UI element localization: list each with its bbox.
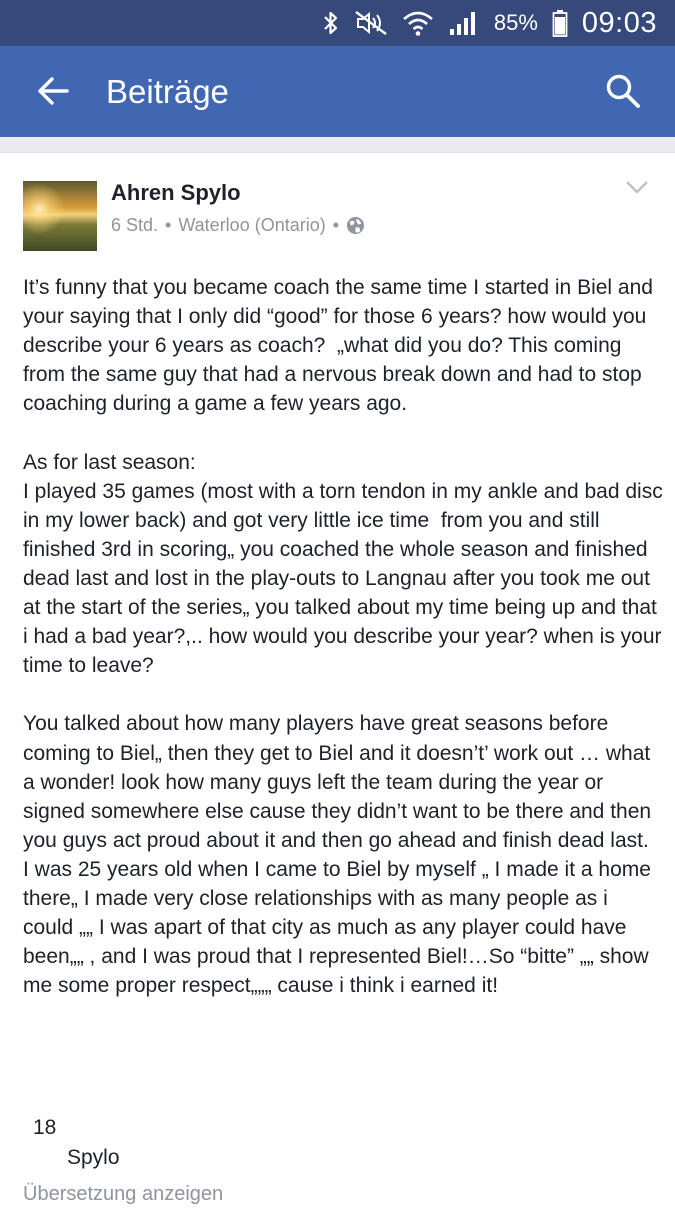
page-title: Beiträge [106, 73, 229, 110]
chevron-down-icon[interactable] [626, 180, 648, 194]
battery-icon [552, 10, 568, 37]
mute-icon [355, 11, 387, 35]
liker-name[interactable]: Spylo [67, 1146, 120, 1170]
clock: 09:03 [581, 6, 657, 39]
post-location[interactable]: Waterloo (Ontario) [178, 215, 325, 236]
avatar[interactable] [23, 181, 97, 251]
translate-link[interactable]: Übersetzung anzeigen [23, 1183, 223, 1206]
arrow-left-icon[interactable] [36, 74, 70, 108]
wifi-icon [403, 11, 433, 36]
post-author[interactable]: Ahren Spylo [111, 180, 241, 206]
search-icon[interactable] [605, 73, 641, 109]
app-bar: Beiträge [0, 46, 675, 137]
battery-percentage: 85% [493, 10, 538, 35]
meta-separator: • [332, 215, 340, 235]
globe-icon [346, 216, 365, 235]
like-count[interactable]: 18 [33, 1116, 56, 1140]
status-bar: 85% 09:03 [0, 0, 675, 46]
post-text: It’s funny that you became coach the sam… [23, 276, 663, 998]
post-meta: 6 Std. • Waterloo (Ontario) • [111, 215, 365, 236]
post-card: Ahren Spylo 6 Std. • Waterloo (Ontario) … [0, 152, 675, 1213]
meta-separator: • [165, 215, 172, 235]
post-time[interactable]: 6 Std. [111, 215, 158, 236]
signal-icon [449, 12, 475, 35]
bluetooth-icon [324, 11, 337, 35]
status-icons: 85% 09:03 [322, 0, 657, 46]
